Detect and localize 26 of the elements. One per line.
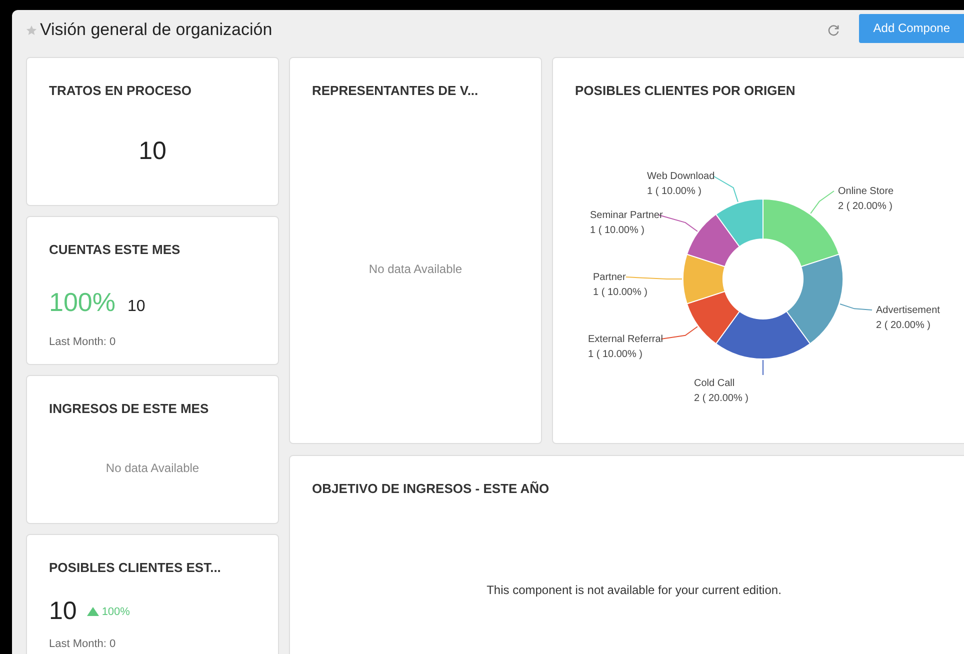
card-title: INGRESOS DE ESTE MES [49, 400, 209, 418]
card-title: REPRESENTANTES DE V... [312, 82, 478, 100]
data-label: Advertisement 2 ( 20.00% ) [876, 305, 940, 331]
card-title: POSIBLES CLIENTES EST... [49, 559, 221, 577]
unavailable-message: This component is not available for your current edition. [486, 582, 782, 599]
last-month-note: Last Month: 0 [49, 335, 116, 350]
data-label: Cold Call 2 ( 20.00% ) [694, 378, 748, 404]
data-label: Web Download 1 ( 10.00% ) [647, 171, 715, 197]
card-title: TRATOS EN PROCESO [49, 82, 192, 100]
data-label: External Referral 1 ( 10.00% ) [588, 334, 664, 360]
data-label: Online Store 2 ( 20.00% ) [838, 186, 894, 212]
percent-value: 100% [49, 286, 116, 319]
metric-value: 10 [49, 596, 77, 627]
card-title: OBJETIVO DE INGRESOS - ESTE AÑO [312, 480, 550, 498]
add-component-button[interactable]: Add Compone [859, 14, 964, 42]
card-title: CUENTAS ESTE MES [49, 241, 180, 259]
card-title: POSIBLES CLIENTES POR ORIGEN [575, 82, 796, 100]
metric-value: 10 [138, 136, 168, 167]
page-title: Visión general de organización [40, 19, 272, 42]
empty-message: No data Available [368, 261, 464, 278]
data-label: Partner 1 ( 10.00% ) [593, 272, 648, 298]
empty-message: No data Available [104, 460, 200, 477]
last-month-note: Last Month: 0 [49, 637, 116, 652]
data-label: Seminar Partner 1 ( 10.00% ) [590, 210, 663, 236]
metric-value: 10 [128, 297, 146, 317]
change-indicator: 100% [86, 604, 130, 620]
